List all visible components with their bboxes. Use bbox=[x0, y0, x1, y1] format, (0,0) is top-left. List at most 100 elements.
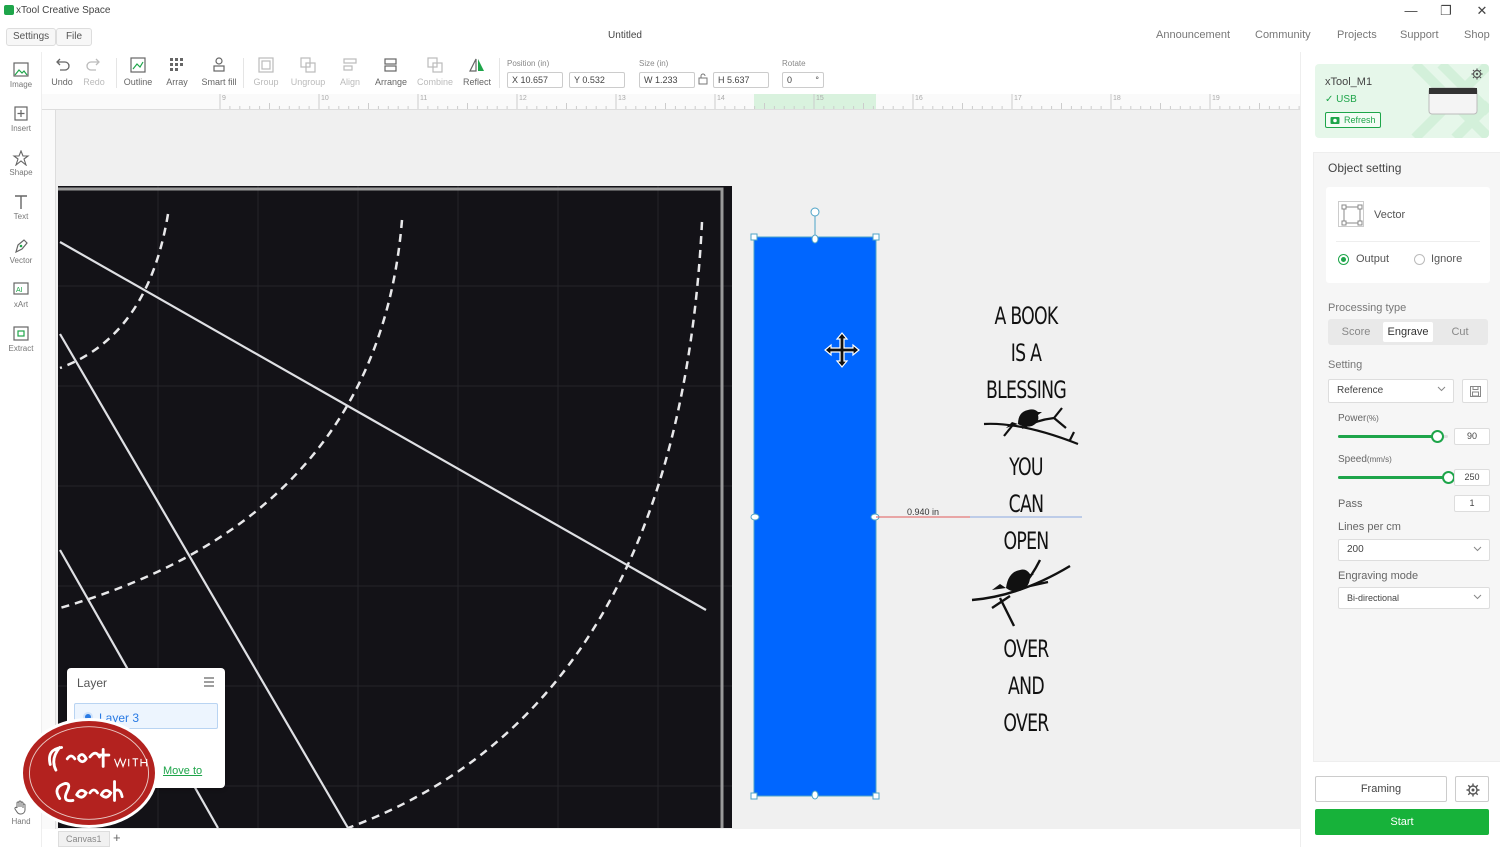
svg-text:AI: AI bbox=[16, 287, 23, 294]
process-settings-button[interactable] bbox=[1455, 776, 1489, 802]
toolbar-divider bbox=[499, 58, 500, 88]
text-tool[interactable]: Text bbox=[0, 194, 42, 221]
ignore-label: Ignore bbox=[1431, 253, 1463, 265]
processing-cut-tab[interactable]: Cut bbox=[1435, 322, 1485, 342]
size-label: Size (in) bbox=[639, 59, 669, 68]
quote-line: CAN bbox=[1008, 490, 1044, 518]
quote-line: A BOOK bbox=[994, 302, 1058, 330]
xart-tool[interactable]: AI xArt bbox=[0, 282, 42, 309]
ruler-tick-label: 9 bbox=[222, 95, 226, 102]
refresh-button[interactable]: Refresh bbox=[1325, 112, 1381, 128]
outline-button[interactable]: Outline bbox=[121, 56, 155, 87]
image-icon bbox=[13, 62, 29, 77]
group-button[interactable]: Group bbox=[249, 56, 283, 87]
quote-spacer bbox=[976, 409, 1077, 449]
ruler-ticks bbox=[219, 94, 1300, 109]
arrange-button[interactable]: Arrange bbox=[373, 56, 409, 87]
reflect-icon bbox=[469, 58, 484, 72]
power-slider-fill bbox=[1338, 435, 1437, 438]
array-button[interactable]: Array bbox=[160, 56, 194, 87]
speed-slider-fill bbox=[1338, 476, 1448, 479]
group-icon bbox=[258, 57, 274, 73]
close-window-button[interactable]: ✕ bbox=[1467, 2, 1497, 20]
pass-input[interactable]: 1 bbox=[1454, 495, 1490, 512]
smart-fill-button[interactable]: Smart fill bbox=[200, 56, 238, 87]
power-slider-thumb[interactable] bbox=[1431, 430, 1444, 443]
refresh-label: Refresh bbox=[1344, 115, 1376, 125]
vector-tool-label: Vector bbox=[9, 256, 33, 265]
framing-button[interactable]: Framing bbox=[1315, 776, 1447, 802]
insert-tool-label: Insert bbox=[10, 124, 31, 133]
ungroup-label: Ungroup bbox=[290, 77, 326, 87]
selected-rectangle[interactable] bbox=[754, 237, 876, 796]
power-input[interactable]: 90 bbox=[1454, 428, 1490, 445]
device-settings-gear-icon[interactable] bbox=[1471, 68, 1483, 80]
insert-tool[interactable]: Insert bbox=[0, 106, 42, 133]
pass-label: Pass bbox=[1338, 498, 1363, 510]
ruler-tick-label: 12 bbox=[519, 95, 527, 102]
rotate-handle[interactable] bbox=[810, 207, 820, 217]
vector-tool[interactable]: Vector bbox=[0, 238, 42, 265]
object-type-box: Vector Output Ignore bbox=[1326, 187, 1490, 283]
nav-projects[interactable]: Projects bbox=[1337, 29, 1377, 41]
combine-button[interactable]: Combine bbox=[415, 56, 455, 87]
layer-menu-icon[interactable] bbox=[203, 677, 215, 687]
arrange-icon bbox=[384, 58, 397, 72]
reflect-button[interactable]: Reflect bbox=[460, 56, 494, 87]
ignore-radio[interactable] bbox=[1414, 254, 1425, 265]
toolbar-divider bbox=[116, 58, 117, 88]
app-title: xTool Creative Space bbox=[16, 5, 111, 16]
speed-slider[interactable] bbox=[1338, 471, 1455, 484]
outline-label: Outline bbox=[123, 77, 153, 87]
nav-community[interactable]: Community bbox=[1255, 29, 1311, 41]
undo-button[interactable]: Undo bbox=[45, 56, 79, 87]
start-button[interactable]: Start bbox=[1315, 809, 1489, 835]
ruler-tick-label: 10 bbox=[321, 95, 329, 102]
tab-canvas1[interactable]: Canvas1 bbox=[58, 831, 110, 847]
maximize-button[interactable]: ❐ bbox=[1431, 2, 1461, 20]
rotate-input[interactable]: 0 ° bbox=[782, 72, 824, 88]
rotate-label: Rotate bbox=[782, 59, 806, 68]
save-setting-button[interactable] bbox=[1462, 379, 1488, 403]
shape-icon bbox=[12, 150, 30, 166]
position-x-input[interactable]: X 10.657 bbox=[507, 72, 563, 88]
shape-tool[interactable]: Shape bbox=[0, 150, 42, 177]
output-radio[interactable] bbox=[1338, 254, 1349, 265]
processing-score-tab[interactable]: Score bbox=[1331, 322, 1381, 342]
setting-value: Reference bbox=[1337, 385, 1384, 396]
lines-per-cm-select[interactable]: 200 bbox=[1338, 539, 1490, 561]
array-label: Array bbox=[166, 77, 188, 87]
minimize-button[interactable]: — bbox=[1396, 2, 1426, 20]
lines-per-cm-value: 200 bbox=[1347, 544, 1364, 555]
nav-shop[interactable]: Shop bbox=[1464, 29, 1490, 41]
degree-unit: ° bbox=[815, 75, 819, 85]
arrange-label: Arrange bbox=[374, 77, 408, 87]
ungroup-button[interactable]: Ungroup bbox=[288, 56, 328, 87]
redo-button[interactable]: Redo bbox=[77, 56, 111, 87]
quote-line: BLESSING bbox=[985, 376, 1067, 404]
setting-select[interactable]: Reference bbox=[1328, 379, 1454, 403]
speed-input[interactable]: 250 bbox=[1454, 469, 1490, 486]
connection-type: USB bbox=[1336, 94, 1357, 105]
lock-ratio-icon[interactable] bbox=[698, 73, 708, 85]
processing-engrave-tab[interactable]: Engrave bbox=[1383, 322, 1433, 342]
combine-icon bbox=[427, 57, 443, 73]
size-w-input[interactable]: W 1.233 bbox=[639, 72, 695, 88]
add-canvas-button[interactable]: + bbox=[113, 830, 121, 845]
object-setting-panel: Object setting Vector Output Ignore Proc… bbox=[1313, 152, 1500, 762]
power-slider[interactable] bbox=[1338, 430, 1448, 443]
engraving-mode-select[interactable]: Bi-directional bbox=[1338, 587, 1490, 609]
design-canvas[interactable]: 0.940 in A BOOK IS A BLESSING YOU CAN OP… bbox=[56, 110, 1300, 830]
nav-announcement[interactable]: Announcement bbox=[1156, 29, 1230, 41]
quote-text-block[interactable]: A BOOK IS A BLESSING YOU CAN OPEN OVER A… bbox=[976, 298, 1077, 742]
save-icon bbox=[1470, 386, 1481, 397]
nav-support[interactable]: Support bbox=[1400, 29, 1439, 41]
object-type-label: Vector bbox=[1374, 209, 1406, 221]
position-y-input[interactable]: Y 0.532 bbox=[569, 72, 625, 88]
align-button[interactable]: Align bbox=[333, 56, 367, 87]
size-h-input[interactable]: H 5.637 bbox=[713, 72, 769, 88]
extract-tool[interactable]: Extract bbox=[0, 326, 42, 353]
shape-tool-label: Shape bbox=[9, 168, 33, 177]
move-to-link[interactable]: Move to bbox=[163, 765, 202, 777]
image-tool[interactable]: Image bbox=[0, 62, 42, 89]
